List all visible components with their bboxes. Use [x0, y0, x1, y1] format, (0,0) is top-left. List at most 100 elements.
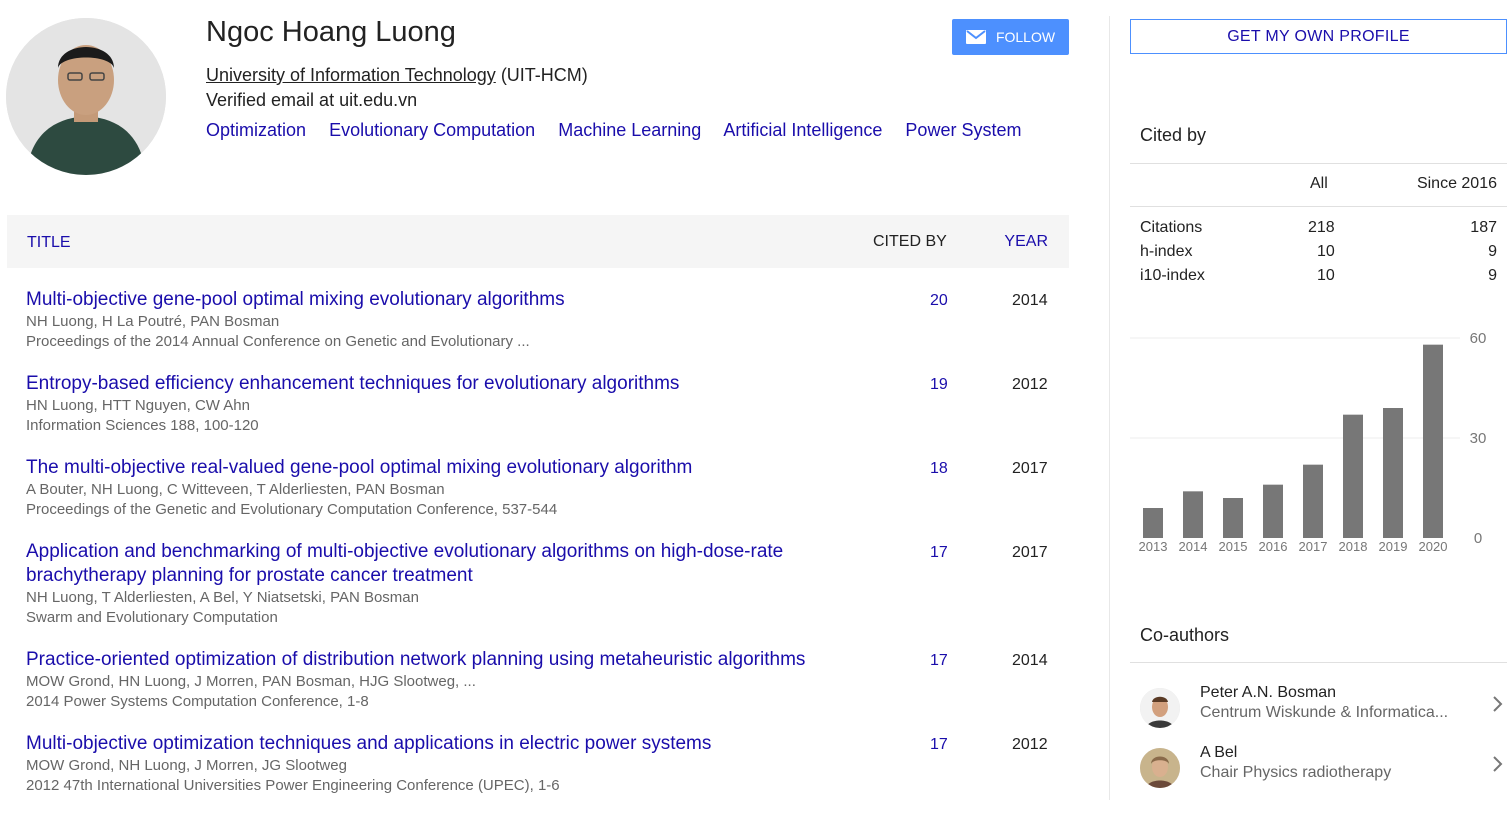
follow-label: FOLLOW	[995, 29, 1056, 45]
article-year: 2012	[1012, 376, 1048, 393]
chart-bar-2016[interactable]	[1263, 484, 1283, 538]
y-tick-label: 60	[1470, 330, 1487, 347]
chart-bar-2019[interactable]	[1383, 408, 1403, 538]
chart-bar-2013[interactable]	[1143, 508, 1163, 538]
article-title[interactable]: Entropy-based efficiency enhancement tec…	[26, 372, 846, 396]
chart-bar-2020[interactable]	[1423, 344, 1443, 538]
article-title[interactable]: Application and benchmarking of multi-ob…	[26, 540, 846, 588]
profile-affiliation: University of Information Technology (UI…	[206, 65, 588, 86]
x-tick-label: 2016	[1259, 539, 1288, 554]
x-tick-label: 2014	[1179, 539, 1208, 554]
article-authors: MOW Grond, NH Luong, J Morren, JG Slootw…	[26, 757, 347, 774]
y-tick-label: 0	[1474, 530, 1482, 547]
research-interests: Optimization Evolutionary Computation Ma…	[206, 120, 1039, 141]
article-title[interactable]: Multi-objective gene-pool optimal mixing…	[26, 288, 846, 312]
interest-link[interactable]: Power System	[905, 120, 1021, 140]
coauthor-affiliation: Centrum Wiskunde & Informatica...	[1200, 704, 1449, 721]
stat-label: h-index	[1140, 243, 1193, 260]
x-tick-label: 2018	[1339, 539, 1368, 554]
stat-since: 9	[1488, 243, 1497, 260]
sort-by-title[interactable]: TITLE	[27, 234, 71, 252]
stats-row-citations: Citations 218 187	[1140, 219, 1497, 243]
chevron-right-icon	[1493, 756, 1503, 772]
article-year: 2017	[1012, 544, 1048, 561]
article-authors: MOW Grond, HN Luong, J Morren, PAN Bosma…	[26, 673, 476, 690]
article-authors: NH Luong, H La Poutré, PAN Bosman	[26, 313, 280, 330]
stats-header-since: Since 2016	[1416, 175, 1497, 192]
article-title[interactable]: Multi-objective optimization techniques …	[26, 732, 846, 756]
table-row: Practice-oriented optimization of distri…	[26, 648, 1056, 732]
article-venue: 2014 Power Systems Computation Conferenc…	[26, 693, 369, 710]
article-year: 2014	[1012, 292, 1048, 309]
profile-photo	[6, 18, 166, 175]
x-tick-label: 2015	[1219, 539, 1248, 554]
chart-bar-2017[interactable]	[1303, 464, 1323, 538]
affiliation-suffix: (UIT-HCM)	[495, 65, 588, 85]
interest-link[interactable]: Optimization	[206, 120, 306, 140]
x-tick-label: 2017	[1299, 539, 1328, 554]
article-title[interactable]: Practice-oriented optimization of distri…	[26, 648, 846, 672]
article-citations[interactable]: 18	[930, 460, 948, 478]
profile-name: Ngoc Hoang Luong	[206, 16, 456, 48]
article-citations[interactable]: 17	[930, 736, 948, 754]
profile-email: Verified email at uit.edu.vn	[206, 90, 418, 110]
article-year: 2017	[1012, 460, 1048, 477]
stats-row-h-index: h-index 10 9	[1140, 243, 1497, 267]
interest-link[interactable]: Evolutionary Computation	[329, 120, 535, 140]
article-authors: HN Luong, HTT Nguyen, CW Ahn	[26, 397, 250, 414]
table-row: Application and benchmarking of multi-ob…	[26, 540, 1056, 648]
x-tick-label: 2020	[1419, 539, 1448, 554]
sort-by-year[interactable]: YEAR	[1004, 233, 1048, 251]
article-citations[interactable]: 17	[930, 544, 948, 562]
divider	[1130, 662, 1507, 663]
table-row: Entropy-based efficiency enhancement tec…	[26, 372, 1056, 456]
x-tick-label: 2019	[1379, 539, 1408, 554]
article-authors: NH Luong, T Alderliesten, A Bel, Y Niats…	[26, 589, 419, 606]
cited-by-title: Cited by	[1140, 125, 1207, 145]
article-venue: Proceedings of the Genetic and Evolution…	[26, 501, 558, 518]
chevron-right-icon	[1493, 696, 1503, 712]
coauthor-avatar	[1140, 688, 1180, 728]
article-title[interactable]: The multi-objective real-valued gene-poo…	[26, 456, 846, 480]
interest-link[interactable]: Machine Learning	[558, 120, 701, 140]
divider	[1130, 163, 1507, 164]
coauthor-name: A Bel	[1200, 744, 1238, 761]
article-citations[interactable]: 20	[930, 292, 948, 310]
interest-link[interactable]: Artificial Intelligence	[723, 120, 882, 140]
table-row: Multi-objective optimization techniques …	[26, 732, 1056, 816]
y-tick-label: 30	[1470, 430, 1487, 447]
article-venue: Proceedings of the 2014 Annual Conferenc…	[26, 333, 530, 350]
stat-label: Citations	[1140, 219, 1203, 236]
get-my-own-profile-button[interactable]: GET MY OWN PROFILE	[1130, 19, 1507, 54]
article-venue: Information Sciences 188, 100-120	[26, 417, 259, 434]
stat-since: 9	[1488, 267, 1497, 284]
article-year: 2014	[1012, 652, 1048, 669]
article-citations[interactable]: 19	[930, 376, 948, 394]
coauthor-avatar	[1140, 748, 1180, 788]
mail-icon	[965, 30, 986, 44]
affiliation-link[interactable]: University of Information Technology	[206, 65, 496, 85]
divider	[1130, 206, 1507, 207]
stats-row-i10-index: i10-index 10 9	[1140, 267, 1497, 291]
article-citations[interactable]: 17	[930, 652, 948, 670]
articles-list: Multi-objective gene-pool optimal mixing…	[26, 288, 1056, 816]
citations-per-year-chart: 0 30 60 2013 2014 2015 2016 2017 2018 2019 2020	[1130, 330, 1487, 554]
follow-button[interactable]: FOLLOW	[952, 19, 1069, 55]
x-tick-label: 2013	[1139, 539, 1168, 554]
table-row: Multi-objective gene-pool optimal mixing…	[26, 288, 1056, 372]
stat-since: 187	[1470, 219, 1497, 236]
stat-all: 218	[1308, 219, 1335, 236]
column-divider	[1109, 16, 1110, 800]
article-authors: A Bouter, NH Luong, C Witteveen, T Alder…	[26, 481, 445, 498]
stat-label: i10-index	[1140, 267, 1205, 284]
stats-header-all: All	[1310, 175, 1328, 192]
coauthor-affiliation: Chair Physics radiotherapy	[1200, 764, 1392, 781]
coauthor-item[interactable]: A Bel Chair Physics radiotherapy	[1130, 744, 1507, 800]
chart-bar-2018[interactable]	[1343, 414, 1363, 538]
stat-all: 10	[1317, 267, 1335, 284]
chart-bar-2014[interactable]	[1183, 491, 1203, 538]
chart-bar-2015[interactable]	[1223, 498, 1243, 538]
coauthor-item[interactable]: Peter A.N. Bosman Centrum Wiskunde & Inf…	[1130, 684, 1507, 740]
stat-all: 10	[1317, 243, 1335, 260]
article-venue: 2012 47th International Universities Pow…	[26, 777, 560, 794]
